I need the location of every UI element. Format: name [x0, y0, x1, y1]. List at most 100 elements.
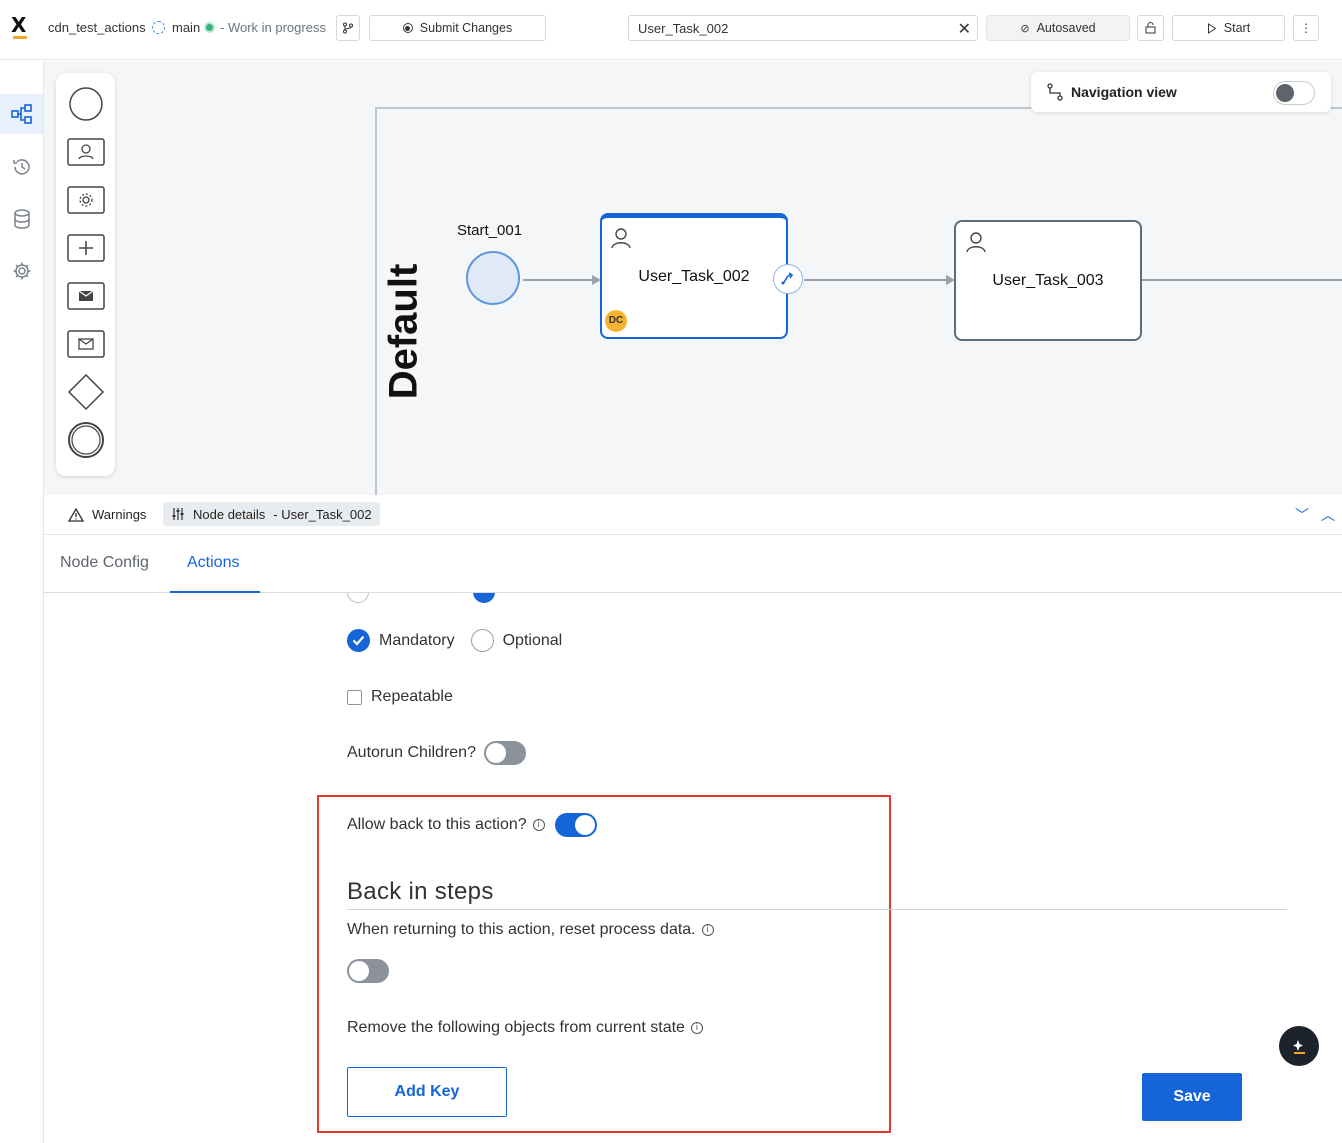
record-icon	[402, 23, 413, 33]
allow-back-label: Allow back to this action?	[347, 816, 527, 833]
autosaved-label: Autosaved	[1036, 21, 1096, 35]
back-in-steps-title: Back in steps	[347, 878, 494, 905]
allow-back-row: Allow back to this action? i	[347, 813, 597, 837]
swimlane-label: Default	[381, 263, 426, 400]
node-search-input[interactable]: User_Task_002 ✕	[628, 15, 978, 41]
mandatory-radio[interactable]	[347, 629, 370, 652]
palette-start-event[interactable]	[66, 85, 105, 123]
more-options-button[interactable]: ⋮	[1293, 15, 1319, 41]
optional-label: Optional	[502, 631, 563, 649]
node-details-name: - User_Task_002	[273, 506, 372, 522]
warnings-tab[interactable]: Warnings	[68, 507, 146, 522]
warnings-label: Warnings	[92, 507, 147, 522]
lock-button[interactable]	[1137, 15, 1164, 41]
autosaved-indicator: ⊘ Autosaved	[986, 15, 1130, 41]
kebab-icon: ⋮	[1300, 21, 1312, 35]
user-icon	[611, 228, 631, 249]
node-palette	[56, 73, 115, 476]
process-canvas[interactable]: Default Start_001 User_Task_002 DC User_…	[44, 61, 1342, 495]
project-name[interactable]: cdn_test_actions	[48, 20, 146, 35]
tab-node-config[interactable]: Node Config	[60, 554, 149, 572]
left-rail	[0, 61, 44, 1143]
start-event-node[interactable]	[466, 251, 520, 305]
branch-name[interactable]: main	[172, 20, 200, 35]
top-bar: X cdn_test_actions main - Work in progre…	[0, 0, 1342, 60]
start-event-label: Start_001	[457, 222, 523, 239]
task-node-user-task-002[interactable]: User_Task_002 DC	[600, 213, 788, 339]
status-dot-icon	[204, 22, 215, 33]
chevron-down-icon[interactable]: ﹀	[1295, 505, 1309, 525]
user-task-icon	[66, 138, 105, 166]
user-icon	[966, 232, 986, 253]
check-icon	[352, 635, 365, 646]
node-details-tab[interactable]: Node details - User_Task_002	[163, 502, 380, 526]
rail-process-designer[interactable]	[0, 94, 43, 134]
allow-back-toggle[interactable]	[554, 813, 597, 837]
task-node-user-task-003[interactable]: User_Task_003	[954, 220, 1142, 341]
sequence-flow[interactable]	[523, 279, 595, 281]
mandatory-radio-group: Mandatory Optional	[347, 629, 562, 652]
navigation-route-icon	[1047, 83, 1063, 101]
submit-changes-button[interactable]: Submit Changes	[369, 15, 546, 41]
sliders-icon	[172, 508, 184, 520]
ai-assistant-button[interactable]	[1279, 1026, 1319, 1066]
palette-service-task[interactable]	[66, 181, 105, 219]
reset-data-toggle[interactable]	[347, 959, 389, 983]
receive-message-icon	[66, 330, 105, 358]
submit-changes-label: Submit Changes	[419, 21, 513, 35]
autorun-label: Autorun Children?	[347, 744, 476, 761]
start-event-icon	[68, 87, 103, 121]
navigation-view-label: Navigation view	[1071, 84, 1177, 100]
clear-search-icon[interactable]: ✕	[958, 19, 971, 39]
branch-button[interactable]	[336, 15, 360, 41]
node-details-tabs: Node Config Actions	[44, 535, 1342, 593]
palette-send-message-task[interactable]	[66, 277, 105, 315]
add-key-button[interactable]: Add Key	[347, 1067, 507, 1117]
gateway-icon	[67, 373, 104, 411]
rail-settings[interactable]	[0, 251, 43, 291]
sequence-flow[interactable]	[804, 279, 949, 281]
process-diagram-icon	[10, 104, 32, 124]
play-icon	[1207, 22, 1217, 34]
app-logo[interactable]: X	[11, 15, 31, 40]
history-icon	[12, 159, 30, 175]
chevron-up-icon[interactable]: ︿	[1321, 505, 1335, 525]
end-event-icon	[67, 422, 104, 458]
palette-user-task[interactable]	[66, 133, 105, 171]
navigation-view-panel: Navigation view	[1031, 72, 1331, 112]
remove-objects-row: Remove the following objects from curren…	[347, 1019, 703, 1037]
info-icon[interactable]: i	[701, 924, 714, 936]
swimlane-pool[interactable]	[375, 107, 1342, 495]
actions-form: Mandatory Optional Repeatable Autorun Ch…	[44, 593, 1342, 1143]
rail-data-model[interactable]	[0, 199, 43, 239]
sequence-flow[interactable]	[1142, 279, 1342, 281]
task-name: User_Task_003	[992, 272, 1104, 289]
start-button[interactable]: Start	[1172, 15, 1285, 41]
palette-subprocess[interactable]	[66, 229, 105, 267]
connect-node-button[interactable]	[773, 264, 803, 294]
optional-radio[interactable]	[470, 629, 494, 652]
autorun-row: Autorun Children?	[347, 741, 526, 765]
git-branch-icon	[343, 22, 353, 34]
partial-radio[interactable]	[347, 593, 369, 603]
info-icon[interactable]: i	[532, 819, 545, 831]
lock-icon	[1145, 22, 1156, 34]
repeatable-label: Repeatable	[371, 688, 453, 705]
info-icon[interactable]: i	[690, 1022, 703, 1034]
send-message-icon	[66, 282, 105, 310]
sparkle-icon	[1293, 1040, 1305, 1054]
navigation-view-toggle[interactable]	[1273, 81, 1315, 105]
palette-end-event[interactable]	[66, 421, 105, 459]
tab-actions[interactable]: Actions	[187, 554, 239, 572]
partial-radio[interactable]	[473, 593, 495, 603]
section-divider	[347, 909, 1287, 910]
repeatable-checkbox[interactable]	[347, 689, 362, 705]
service-task-icon	[66, 186, 105, 214]
assignee-badge: DC	[605, 310, 627, 332]
palette-receive-message-task[interactable]	[66, 325, 105, 363]
autorun-toggle[interactable]	[483, 741, 526, 765]
status-text: - Work in progress	[220, 20, 326, 35]
rail-history[interactable]	[0, 147, 43, 187]
save-button[interactable]: Save	[1142, 1073, 1242, 1121]
palette-gateway[interactable]	[66, 373, 105, 411]
